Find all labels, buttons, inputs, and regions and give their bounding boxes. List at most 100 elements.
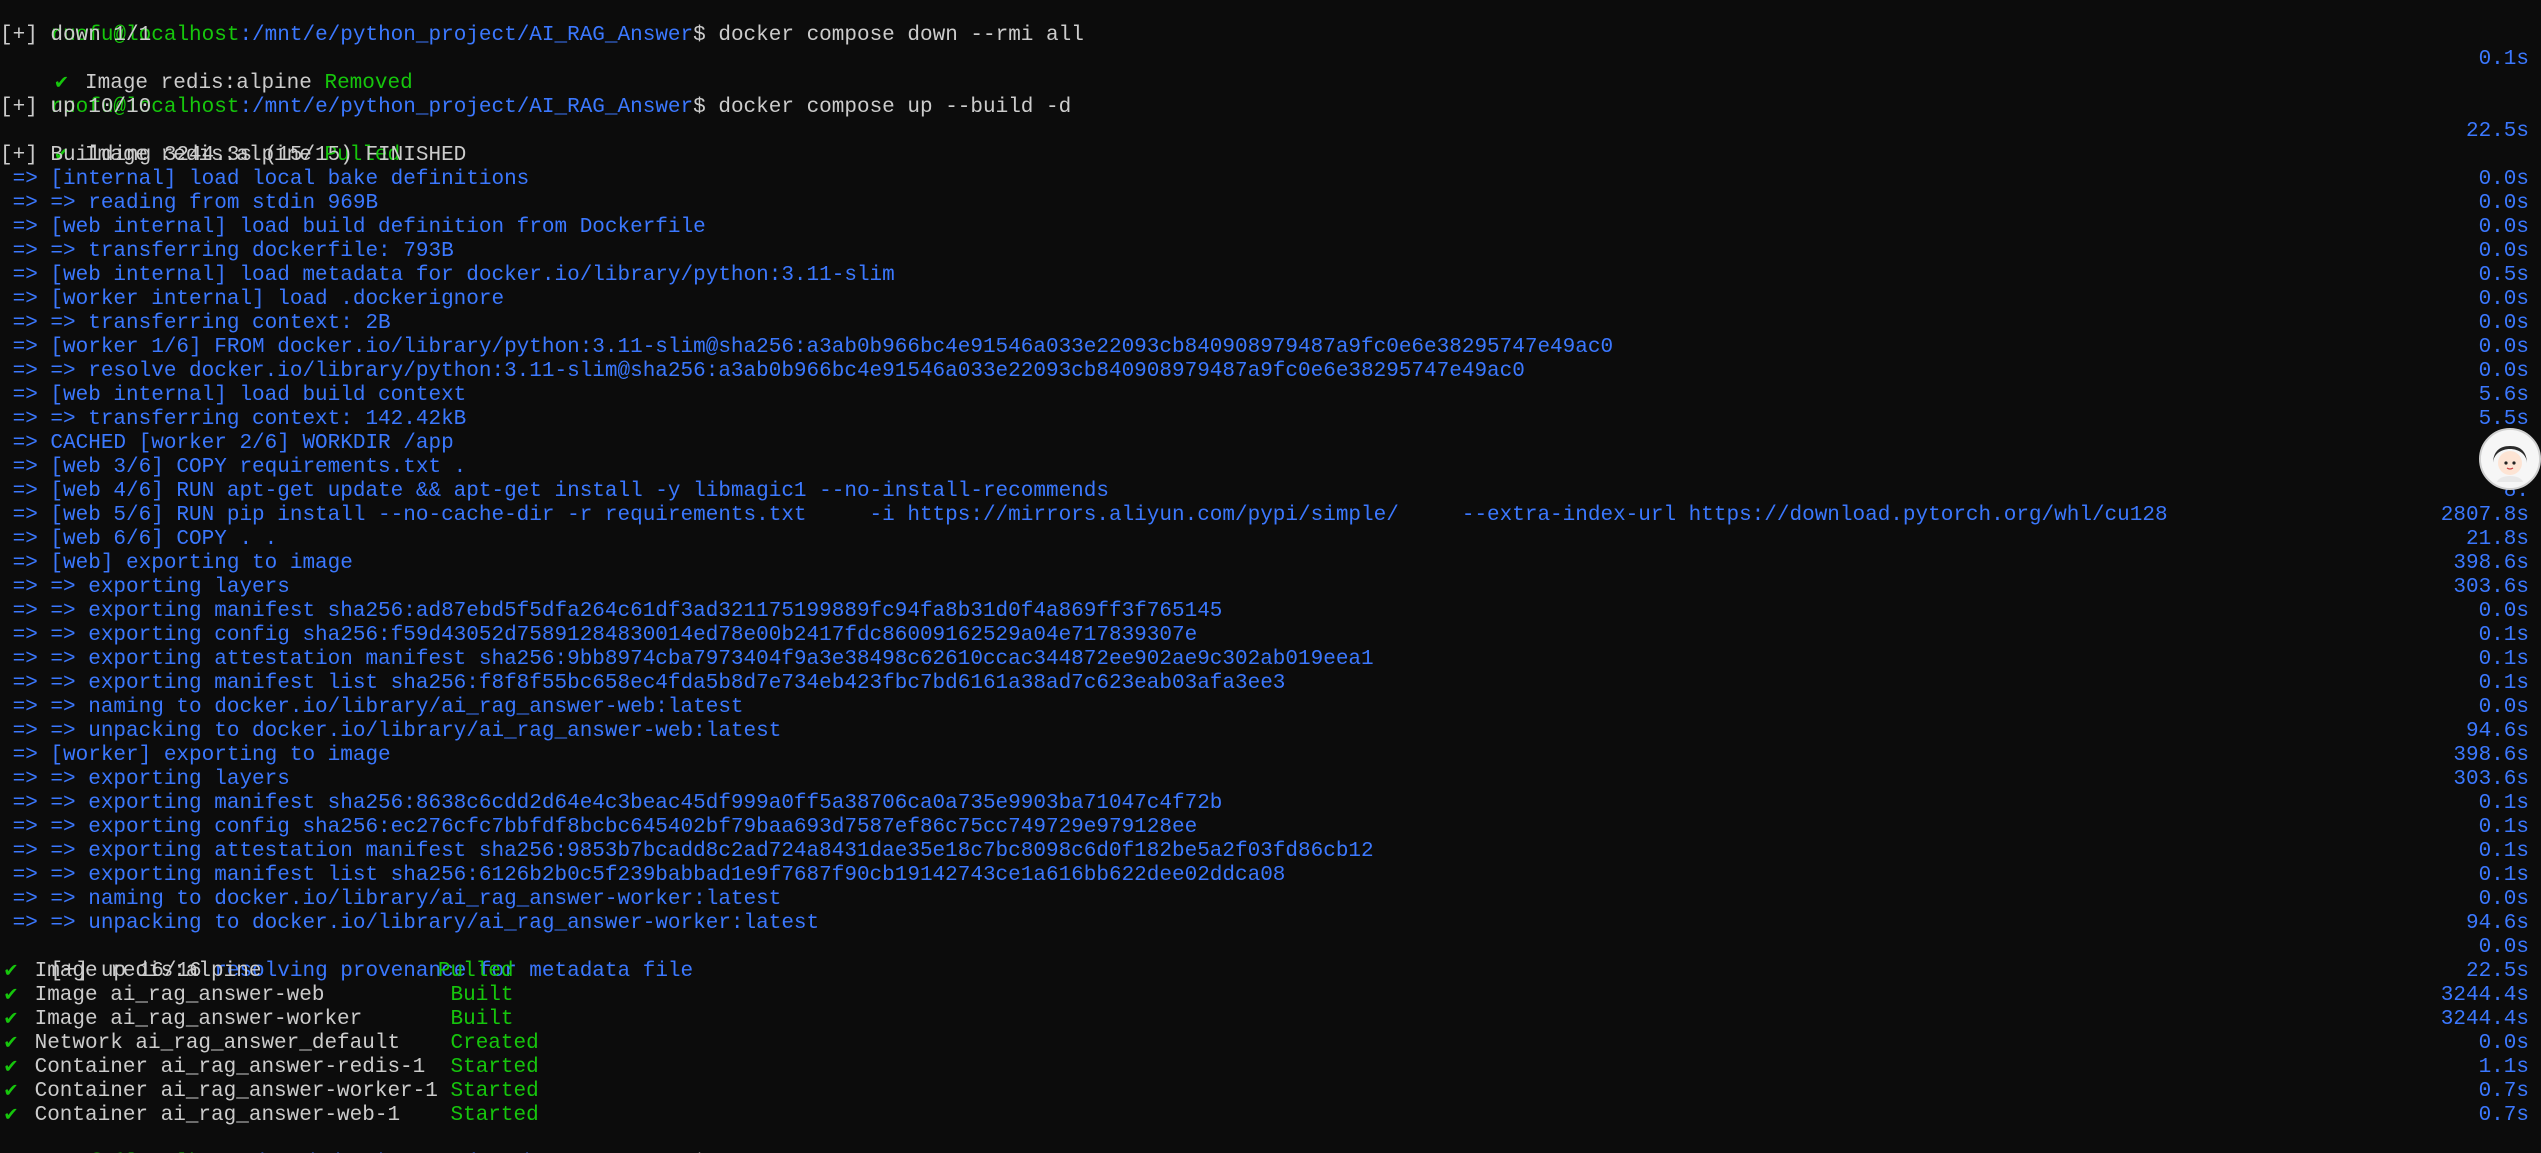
- prompt-line[interactable]: ruofu@localhost:/mnt/e/python_project/AI…: [0, 1128, 2541, 1153]
- build-step-time: 94.6s: [2465, 912, 2529, 935]
- checkmark-icon: ✔: [4, 1032, 18, 1055]
- build-step: => => unpacking to docker.io/library/ai_…: [0, 912, 2541, 936]
- status-item-time: 22.5s: [2465, 960, 2529, 983]
- build-step-text: => => naming to docker.io/library/ai_rag…: [0, 696, 744, 719]
- prompt-line: ruofu@localhost:/mnt/e/python_project/AI…: [0, 0, 2541, 47]
- build-step-time: 0.1s: [2478, 648, 2529, 671]
- build-step-text: => => exporting attestation manifest sha…: [0, 648, 1374, 671]
- build-step: => => exporting manifest list sha256:612…: [0, 864, 2541, 888]
- build-step-text: => [web 6/6] COPY . .: [0, 528, 278, 551]
- build-step: => [web 4/6] RUN apt-get update && apt-g…: [0, 480, 2541, 504]
- build-step-time: 0.1s: [2478, 840, 2529, 863]
- status-item-time: 0.7s: [2478, 1080, 2529, 1103]
- build-step: => [web internal] load build context 5.6s: [0, 384, 2541, 408]
- build-step-time: 0.0s: [2478, 696, 2529, 719]
- status-header: [+] up 16/16 resolving provenance for me…: [50, 936, 2529, 983]
- build-step: => [internal] load local bake definition…: [0, 168, 2541, 192]
- status-item-state: Built: [450, 1008, 514, 1031]
- build-step-time: 0.0s: [2478, 888, 2529, 911]
- build-step-text: => => unpacking to docker.io/library/ai_…: [0, 912, 820, 935]
- status-item-state: Started: [450, 1056, 539, 1079]
- build-step-text: => => exporting manifest list sha256:f8f…: [0, 672, 1286, 695]
- build-step: => [web] exporting to image 398.6s: [0, 552, 2541, 576]
- checkmark-icon: ✔: [4, 960, 18, 983]
- status-item: ✔ Network ai_rag_answer_default Created 0…: [0, 1032, 2541, 1056]
- build-step: => => unpacking to docker.io/library/ai_…: [0, 720, 2541, 744]
- build-step-text: => [internal] load local bake definition…: [0, 168, 530, 191]
- build-step-time: 5.6s: [2478, 384, 2529, 407]
- build-step: => [web 5/6] RUN pip install --no-cache-…: [0, 504, 2541, 528]
- build-step-text: => => exporting manifest sha256:8638c6cd…: [0, 792, 1223, 815]
- build-step-text: => [web 3/6] COPY requirements.txt .: [0, 456, 467, 479]
- status-item-name: Image ai_rag_answer-web: [22, 984, 451, 1007]
- build-step-time: 2807.8s: [2440, 504, 2529, 527]
- prompt-line: ruofu@localhost:/mnt/e/python_project/AI…: [0, 72, 2541, 119]
- status-header: [+] down 1/1: [0, 24, 152, 47]
- build-step-time: 0.0s: [2478, 288, 2529, 311]
- checkmark-icon: ✔: [4, 1104, 18, 1127]
- build-step: => => naming to docker.io/library/ai_rag…: [0, 696, 2541, 720]
- build-step-text: => => resolve docker.io/library/python:3…: [0, 360, 1525, 383]
- build-step-text: => CACHED [worker 2/6] WORKDIR /app: [0, 432, 454, 455]
- build-step-time: 0.0s: [2478, 168, 2529, 191]
- build-step-text: => [worker internal] load .dockerignore: [0, 288, 505, 311]
- status-item: ✔ Image redis:alpine Removed 0.1s: [0, 48, 2541, 95]
- build-step: => => exporting manifest list sha256:f8f…: [0, 672, 2541, 696]
- status-item-time: 3244.4s: [2440, 984, 2529, 1007]
- status-header-time: 0.0s: [2478, 936, 2529, 959]
- build-step-time: 0.0s: [2478, 312, 2529, 335]
- status-item: ✔ Container ai_rag_answer-web-1 Started 0…: [0, 1104, 2541, 1128]
- status-item-name: Container ai_rag_answer-worker-1: [22, 1080, 451, 1103]
- build-step: => [worker internal] load .dockerignore 0…: [0, 288, 2541, 312]
- build-step-text: => => exporting layers: [0, 576, 290, 599]
- build-step: => => exporting config sha256:ec276cfc7b…: [0, 816, 2541, 840]
- status-item-name: Network ai_rag_answer_default: [22, 1032, 451, 1055]
- final-status-list: ✔ Image redis:alpine Pulled 22.5s ✔ Image …: [0, 960, 2541, 1128]
- build-step-time: 0.0s: [2478, 600, 2529, 623]
- build-step: => [web 3/6] COPY requirements.txt .0: [0, 456, 2541, 480]
- checkmark-icon: ✔: [4, 1056, 18, 1079]
- build-step-time: 0.5s: [2478, 264, 2529, 287]
- build-step-time: 21.8s: [2465, 528, 2529, 551]
- status-item-time: 0.7s: [2478, 1104, 2529, 1127]
- status-item-time: 3244.4s: [2440, 1008, 2529, 1031]
- checkmark-icon: ✔: [4, 984, 18, 1007]
- build-step-time: 0.0s: [2478, 336, 2529, 359]
- terminal-window[interactable]: ruofu@localhost:/mnt/e/python_project/AI…: [0, 0, 2541, 1153]
- build-step-text: => => transferring dockerfile: 793B: [0, 240, 454, 263]
- build-step-time: 0.0s: [2478, 240, 2529, 263]
- status-item-name: Container ai_rag_answer-redis-1: [22, 1056, 451, 1079]
- build-step-time: 303.6s: [2453, 768, 2529, 791]
- build-step-text: => [web 5/6] RUN pip install --no-cache-…: [0, 504, 2168, 527]
- build-step-time: 0.1s: [2478, 816, 2529, 839]
- avatar-graphic: [2481, 430, 2539, 488]
- build-step: => => exporting layers 303.6s: [0, 576, 2541, 600]
- build-steps: => [internal] load local bake definition…: [0, 168, 2541, 936]
- build-step-time: 0.1s: [2478, 864, 2529, 887]
- build-step: => CACHED [worker 2/6] WORKDIR /app0.: [0, 432, 2541, 456]
- build-step-text: => => exporting config sha256:f59d43052d…: [0, 624, 1198, 647]
- build-step-text: => [worker] exporting to image: [0, 744, 391, 767]
- status-item: ✔ Container ai_rag_answer-worker-1 Start…: [0, 1080, 2541, 1104]
- status-item: ✔ Image redis:alpine Pulled 22.5s: [0, 120, 2541, 167]
- build-step-text: => => exporting config sha256:ec276cfc7b…: [0, 816, 1198, 839]
- build-step: => [worker] exporting to image 398.6s: [0, 744, 2541, 768]
- status-item-time: 0.1s: [2478, 48, 2529, 71]
- avatar-icon[interactable]: [2479, 428, 2541, 490]
- build-step-time: 0.1s: [2478, 672, 2529, 695]
- build-step: => => transferring context: 2B 0.0s: [0, 312, 2541, 336]
- checkmark-icon: ✔: [4, 1080, 18, 1103]
- build-step-time: 0.0s: [2478, 192, 2529, 215]
- build-step: => => naming to docker.io/library/ai_rag…: [0, 888, 2541, 912]
- status-item-state: Started: [450, 1104, 539, 1127]
- build-step-time: 0.0s: [2478, 360, 2529, 383]
- build-step: => => exporting attestation manifest sha…: [0, 840, 2541, 864]
- status-item-time: 1.1s: [2478, 1056, 2529, 1079]
- build-step: => => exporting layers 303.6s: [0, 768, 2541, 792]
- status-item-name: Image ai_rag_answer-worker: [22, 1008, 451, 1031]
- build-step: => [web internal] load metadata for dock…: [0, 264, 2541, 288]
- build-step: => => exporting config sha256:f59d43052d…: [0, 624, 2541, 648]
- status-header: [+] up 10/10: [0, 96, 152, 119]
- status-item-state: Started: [450, 1080, 539, 1103]
- status-item: ✔ Image ai_rag_answer-web Built 3244.4s: [0, 984, 2541, 1008]
